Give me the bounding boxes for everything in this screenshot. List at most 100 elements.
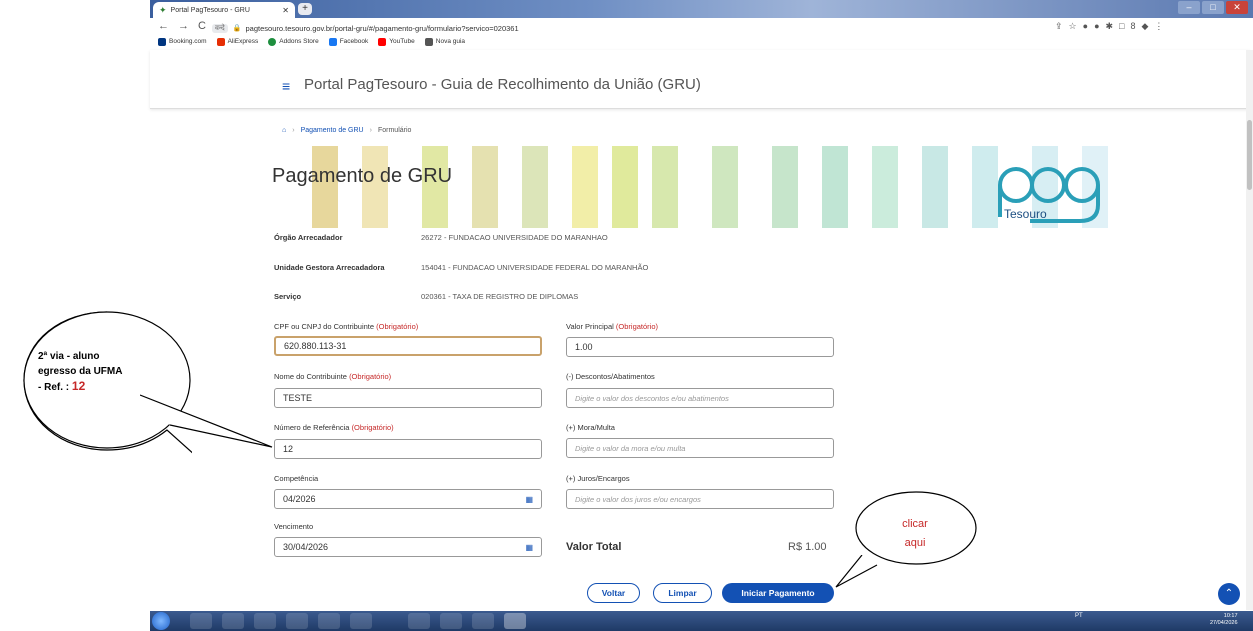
taskbar-calc-icon[interactable]	[472, 613, 494, 629]
browser-tab[interactable]: ✦ Portal PagTesouro - GRU ✕	[153, 2, 295, 18]
breadcrumb-pagamento[interactable]: Pagamento de GRU	[301, 127, 364, 134]
servico-label: Serviço	[274, 292, 302, 301]
forward-icon[interactable]: →	[178, 20, 198, 32]
annotation-text-reference: 2ª via - aluno egresso da UFMA - Ref. : …	[38, 351, 123, 393]
cpf-label: CPF ou CNPJ do Contribuinte (Obrigatório…	[274, 322, 419, 331]
taskbar-edge-icon[interactable]	[408, 613, 430, 629]
extension-icon[interactable]: ●	[1083, 21, 1094, 31]
addons-icon	[268, 37, 277, 46]
bookmark-nova-guia[interactable]: Nova guia	[424, 37, 465, 46]
portal-title: Portal PagTesouro - Guia de Recolhimento…	[304, 76, 701, 93]
browser-tab-bar	[150, 0, 1253, 18]
vencimento-input[interactable]: 30/04/2026 ▦	[274, 537, 542, 557]
calendar-icon[interactable]: ▦	[525, 495, 533, 504]
share-icon[interactable]: ⇪	[1055, 21, 1069, 31]
nav-buttons: ←→C	[158, 20, 215, 32]
principal-input[interactable]: 1.00	[566, 337, 834, 357]
orgao-value: 26272 - FUNDACAO UNIVERSIDADE DO MARANHA…	[421, 233, 608, 242]
puzzle-icon[interactable]: ✱	[1106, 21, 1120, 31]
voltar-button[interactable]: Voltar	[587, 583, 640, 603]
bubble-pointer-reference	[140, 394, 273, 448]
minimize-button[interactable]: –	[1178, 1, 1200, 14]
hamburger-menu-icon[interactable]: ≡	[282, 78, 290, 94]
folder-icon	[424, 37, 433, 46]
home-icon[interactable]: ⌂	[282, 127, 286, 134]
breadcrumb-formulario: Formulário	[377, 127, 412, 134]
ug-value: 154041 - FUNDACAO UNIVERSIDADE FEDERAL D…	[421, 263, 649, 272]
tab-title: Portal PagTesouro - GRU	[170, 6, 250, 14]
taskbar-ie-icon[interactable]	[222, 613, 244, 629]
profile-icon[interactable]: 8	[1130, 21, 1141, 31]
youtube-icon	[378, 37, 387, 46]
descontos-label: (-) Descontos/Abatimentos	[566, 372, 655, 381]
extension-icon[interactable]: ●	[1094, 21, 1105, 31]
mora-input[interactable]: Digite o valor da mora e/ou multa	[566, 438, 834, 458]
sidebar-icon[interactable]: □	[1119, 21, 1130, 31]
bubble-pointer-click	[835, 555, 878, 588]
total-label: Valor Total	[566, 541, 622, 553]
star-icon[interactable]: ☆	[1069, 21, 1083, 31]
bookmark-facebook[interactable]: Facebook	[328, 37, 368, 46]
back-icon[interactable]: ←	[158, 20, 178, 32]
vencimento-label: Vencimento	[274, 522, 314, 531]
scroll-top-button[interactable]: ⌃	[1218, 583, 1240, 605]
nome-label: Nome do Contribuinte (Obrigatório)	[274, 372, 392, 381]
booking-icon	[158, 37, 166, 46]
orgao-label: Órgão Arrecadador	[274, 233, 343, 242]
tab-favicon-icon: ✦	[159, 4, 167, 15]
breadcrumb: ⌂ › Pagamento de GRU › Formulário	[282, 127, 411, 134]
cpf-input[interactable]: 620.880.113-31	[274, 336, 542, 356]
taskbar-folder-icon[interactable]	[254, 613, 276, 629]
total-value: R$ 1.00	[788, 541, 827, 553]
mora-label: (+) Mora/Multa	[566, 423, 615, 432]
facebook-icon	[328, 37, 337, 46]
svg-text:Tesouro: Tesouro	[1004, 207, 1047, 221]
aliexpress-icon	[216, 37, 225, 46]
pagtesouro-logo: Tesouro	[998, 167, 1100, 223]
url-chip: वन्दे	[212, 23, 228, 33]
start-button[interactable]	[152, 612, 170, 630]
bookmark-addons[interactable]: Addons Store	[268, 37, 319, 46]
page-heading: Pagamento de GRU	[272, 165, 453, 187]
new-tab-button[interactable]: +	[298, 3, 312, 15]
lock-icon: 🔒	[232, 25, 242, 32]
competencia-label: Competência	[274, 474, 319, 483]
tray-clock[interactable]: 10:17 27/04/2026	[1210, 613, 1238, 627]
competencia-input[interactable]: 04/2026 ▦	[274, 489, 542, 509]
bookmarks-bar: Booking.com AliExpress Addons Store Face…	[150, 35, 1253, 48]
juros-label: (+) Juros/Encargos	[566, 474, 630, 483]
window-controls: – □ ✕	[1178, 1, 1248, 15]
taskbar-doc-icon[interactable]	[440, 613, 462, 629]
bookmark-booking[interactable]: Booking.com	[158, 37, 207, 46]
taskbar-chrome-icon[interactable]	[190, 613, 212, 629]
limpar-button[interactable]: Limpar	[653, 583, 712, 603]
iniciar-pagamento-button[interactable]: Iniciar Pagamento	[722, 583, 834, 603]
shield-icon[interactable]: ◆	[1142, 21, 1155, 31]
bookmark-youtube[interactable]: YouTube	[378, 37, 415, 46]
annotation-text-click: clicar aqui	[902, 518, 928, 549]
taskbar-media-icon[interactable]	[286, 613, 308, 629]
calendar-icon[interactable]: ▦	[525, 543, 533, 552]
ug-label: Unidade Gestora Arrecadadora	[274, 263, 385, 272]
maximize-button[interactable]: □	[1202, 1, 1224, 14]
taskbar-active-icon[interactable]	[504, 613, 526, 629]
referencia-input[interactable]: 12	[274, 439, 542, 459]
servico-value: 020361 - TAXA DE REGISTRO DE DIPLOMAS	[421, 292, 579, 301]
close-window-button[interactable]: ✕	[1226, 1, 1248, 14]
url-text: pagtesouro.tesouro.gov.br/portal-gru/#/p…	[245, 23, 519, 33]
descontos-input[interactable]: Digite o valor dos descontos e/ou abatim…	[566, 388, 834, 408]
close-tab-icon[interactable]: ✕	[282, 6, 289, 15]
principal-label: Valor Principal (Obrigatório)	[566, 322, 659, 331]
scrollbar-thumb[interactable]	[1247, 120, 1252, 190]
chevron-right-icon: ›	[369, 127, 372, 134]
kebab-menu-icon[interactable]: ⋮	[1154, 21, 1169, 31]
chevron-right-icon: ›	[292, 127, 295, 134]
tray-language[interactable]: PT	[1075, 613, 1083, 619]
taskbar	[150, 611, 1253, 631]
bookmark-aliexpress[interactable]: AliExpress	[216, 37, 258, 46]
referencia-label: Número de Referência (Obrigatório)	[274, 423, 394, 432]
taskbar-chrome2-icon[interactable]	[350, 613, 372, 629]
nome-input[interactable]: TESTE	[274, 388, 542, 408]
taskbar-pdf-icon[interactable]	[318, 613, 340, 629]
juros-input[interactable]: Digite o valor dos juros e/ou encargos	[566, 489, 834, 509]
